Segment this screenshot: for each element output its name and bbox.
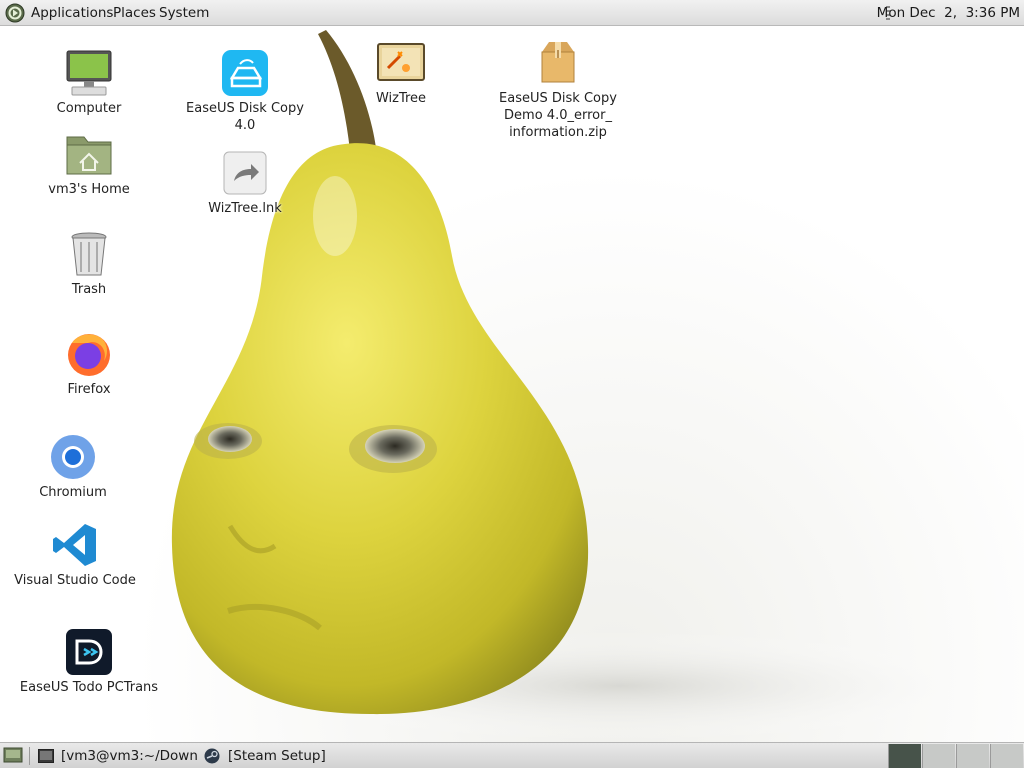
system-menu[interactable]: System: [159, 5, 209, 21]
desktop-icon-label: EaseUS Todo PCTrans: [19, 680, 159, 695]
wiztree-icon: [377, 43, 425, 81]
taskbar-item-label: [Steam Setup]: [228, 748, 326, 764]
shortcut-icon: [223, 151, 267, 195]
desktop-icon-easeus-pctrans[interactable]: EaseUS Todo PCTrans: [19, 627, 159, 696]
desktop-icon-label: EaseUS Disk Copy 4.0: [186, 101, 304, 133]
easeus-disk-copy-icon: [222, 50, 268, 96]
desktop-icon-trash[interactable]: Trash: [19, 229, 159, 298]
home-folder-icon: [66, 136, 112, 175]
desktop-icon-label: vm3's Home: [48, 182, 130, 197]
steam-icon: [204, 748, 220, 764]
panel-separator: [29, 747, 30, 765]
desktop-icon-label: Computer: [56, 101, 122, 116]
show-desktop-icon[interactable]: [3, 746, 23, 764]
top-panel: Applications Places System Mon Dec 2, 3:…: [0, 0, 1024, 26]
workspace-4[interactable]: [990, 744, 1023, 768]
computer-icon: [66, 50, 112, 96]
desktop[interactable]: Computer vm3's Home Trash Firefox Chromi…: [0, 26, 1024, 742]
trash-icon: [71, 232, 107, 276]
desktop-icon-chromium[interactable]: Chromium: [3, 432, 143, 501]
desktop-icon-label: EaseUS Disk Copy Demo 4.0_error_ informa…: [499, 91, 617, 140]
zip-archive-icon: [541, 42, 575, 83]
desktop-icon-easeus-disk-copy[interactable]: EaseUS Disk Copy 4.0: [175, 48, 315, 134]
desktop-icon-vscode[interactable]: Visual Studio Code: [5, 520, 145, 589]
distro-logo-icon[interactable]: [5, 3, 25, 23]
applications-menu[interactable]: Applications: [31, 5, 113, 21]
easeus-pctrans-icon: [66, 629, 112, 675]
workspace-3[interactable]: [956, 744, 989, 768]
taskbar-item-label: [vm3@vm3:~/Down…: [61, 748, 198, 764]
clock[interactable]: Mon Dec 2, 3:36 PM: [877, 5, 1020, 21]
desktop-icon-wiztree[interactable]: WizTree: [331, 38, 471, 107]
workspace-1[interactable]: [888, 744, 921, 768]
vscode-icon: [53, 524, 96, 566]
firefox-icon: [68, 334, 110, 376]
desktop-icon-label: WizTree.lnk: [208, 201, 282, 216]
taskbar-item-terminal[interactable]: [vm3@vm3:~/Down…: [36, 746, 198, 766]
desktop-icon-label: Firefox: [67, 382, 111, 397]
places-menu[interactable]: Places: [113, 5, 156, 21]
desktop-icon-zip-archive[interactable]: EaseUS Disk Copy Demo 4.0_error_ informa…: [488, 38, 628, 141]
desktop-icon-computer[interactable]: Computer: [19, 48, 159, 117]
taskbar-item-steam[interactable]: [Steam Setup]: [203, 746, 363, 766]
desktop-icon-wiztree-lnk[interactable]: WizTree.lnk: [175, 148, 315, 217]
workspace-2[interactable]: [922, 744, 955, 768]
desktop-icon-label: Chromium: [39, 485, 107, 500]
desktop-icon-label: Trash: [71, 282, 107, 297]
desktop-icon-label: Visual Studio Code: [14, 573, 136, 588]
desktop-icon-home[interactable]: vm3's Home: [19, 129, 159, 198]
chromium-icon: [51, 435, 95, 479]
terminal-icon: [38, 749, 54, 763]
bottom-panel: [vm3@vm3:~/Down… [Steam Setup]: [0, 742, 1024, 768]
desktop-icon-firefox[interactable]: Firefox: [19, 329, 159, 398]
desktop-icon-label: WizTree: [375, 91, 427, 106]
